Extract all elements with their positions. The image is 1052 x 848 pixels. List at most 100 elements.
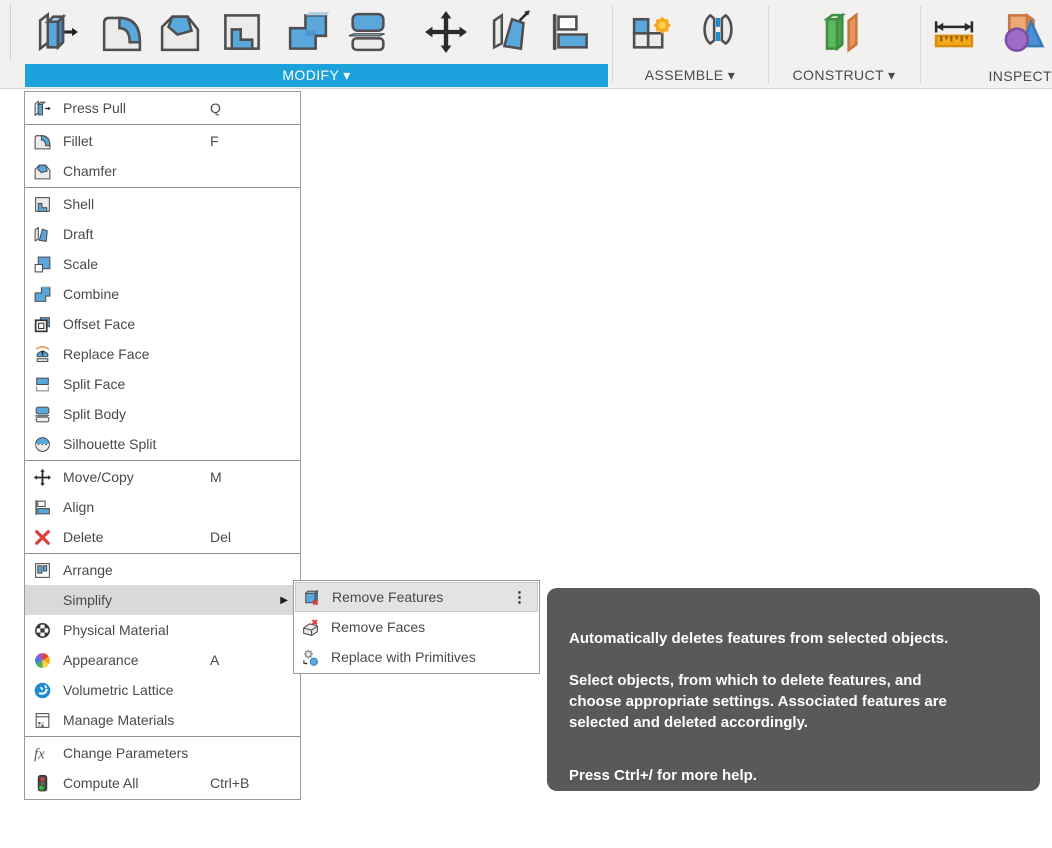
command-tooltip: Automatically deletes features from sele…	[547, 588, 1040, 791]
combine-button[interactable]	[282, 5, 334, 59]
menu-item-manage-materials[interactable]: Manage Materials	[25, 705, 300, 735]
menu-item-press-pull[interactable]: Press Pull Q	[25, 93, 300, 123]
draft-icon	[33, 224, 55, 244]
tooltip-instructions: Select objects, from which to delete fea…	[569, 672, 947, 731]
move-copy-button[interactable]	[420, 5, 472, 59]
offset-face-icon	[33, 314, 55, 334]
menu-item-shortcut: Del	[210, 529, 232, 545]
submenu-item-remove-features[interactable]: Remove Features ⋮	[295, 582, 538, 612]
shell-icon	[33, 194, 55, 214]
menu-item-draft[interactable]: Draft	[25, 219, 300, 249]
menu-item-offset-face[interactable]: Offset Face	[25, 309, 300, 339]
menu-item-volumetric-lattice[interactable]: Volumetric Lattice	[25, 675, 300, 705]
menu-item-label: Compute All	[63, 775, 139, 791]
menu-item-change-parameters[interactable]: fx Change Parameters	[25, 738, 300, 768]
menu-item-simplify[interactable]: Simplify ▶	[25, 585, 300, 615]
submenu-item-label: Replace with Primitives	[331, 649, 476, 665]
assemble-menu-tab[interactable]: ASSEMBLE ▾	[612, 64, 768, 87]
delete-icon	[33, 527, 55, 547]
analysis-button[interactable]	[996, 5, 1048, 59]
menu-item-shortcut: A	[210, 652, 220, 668]
menu-separator	[25, 187, 300, 188]
tooltip-summary: Automatically deletes features from sele…	[569, 630, 949, 647]
menu-item-physical-material[interactable]: Physical Material	[25, 615, 300, 645]
menu-item-label: Silhouette Split	[63, 436, 157, 452]
menu-item-shell[interactable]: Shell	[25, 189, 300, 219]
joint-icon	[703, 13, 733, 46]
combine-icon	[288, 12, 330, 50]
menu-item-shortcut: Ctrl+B	[210, 775, 250, 791]
svg-text:fx: fx	[34, 746, 45, 762]
menu-item-chamfer[interactable]: Chamfer	[25, 156, 300, 186]
physical-material-icon	[33, 620, 55, 640]
menu-item-split-body[interactable]: Split Body	[25, 399, 300, 429]
menu-item-label: Manage Materials	[63, 712, 175, 728]
modify-dropdown-menu: Press Pull Q Fillet F Chamfer Shell Draf…	[24, 91, 301, 800]
menu-separator	[25, 124, 300, 125]
draft-icon	[492, 10, 530, 51]
menu-item-scale[interactable]: Scale	[25, 249, 300, 279]
combine-icon	[33, 284, 55, 304]
move-copy-icon	[33, 467, 55, 487]
menu-separator	[25, 460, 300, 461]
menu-item-align[interactable]: Align	[25, 492, 300, 522]
menu-item-label: Fillet	[63, 133, 93, 149]
menu-item-label: Replace Face	[63, 346, 150, 362]
menu-item-move-copy[interactable]: Move/Copy M	[25, 462, 300, 492]
measure-button[interactable]	[928, 5, 980, 59]
fillet-icon	[102, 16, 142, 52]
chamfer-icon	[160, 15, 200, 52]
replace-with-primitives-icon	[301, 647, 325, 667]
menu-item-appearance[interactable]: Appearance A	[25, 645, 300, 675]
menu-item-label: Chamfer	[63, 163, 117, 179]
inspect-menu-tab[interactable]: INSPECT	[920, 64, 1052, 87]
split-face-icon	[33, 374, 55, 394]
submenu-item-label: Remove Faces	[331, 619, 426, 635]
joint-button[interactable]	[692, 5, 744, 59]
menu-item-arrange[interactable]: Arrange	[25, 555, 300, 585]
align-icon	[33, 497, 55, 517]
volumetric-lattice-icon	[33, 680, 55, 700]
menu-item-label: Simplify	[63, 592, 113, 608]
menu-item-shortcut: Q	[210, 100, 221, 116]
move-copy-icon	[425, 11, 467, 53]
shell-button[interactable]	[216, 5, 268, 59]
menu-item-delete[interactable]: Delete Del	[25, 522, 300, 552]
submenu-item-label: Remove Features	[332, 589, 444, 605]
split-body-button[interactable]	[342, 5, 394, 59]
align-button[interactable]	[544, 5, 596, 59]
overflow-menu-icon[interactable]: ⋮	[512, 588, 527, 606]
construct-menu-tab[interactable]: CONSTRUCT ▾	[768, 64, 920, 87]
draft-button[interactable]	[486, 5, 538, 59]
appearance-icon	[33, 650, 55, 670]
menu-item-silhouette-split[interactable]: Silhouette Split	[25, 429, 300, 459]
submenu-item-remove-faces[interactable]: Remove Faces	[295, 612, 538, 642]
menu-item-compute-all[interactable]: Compute All Ctrl+B	[25, 768, 300, 798]
menu-item-fillet[interactable]: Fillet F	[25, 126, 300, 156]
menu-item-replace-face[interactable]: Replace Face	[25, 339, 300, 369]
menu-item-combine[interactable]: Combine	[25, 279, 300, 309]
arrange-icon	[33, 560, 55, 580]
menu-item-label: Appearance	[63, 652, 139, 668]
menu-item-shortcut: F	[210, 133, 219, 149]
menu-item-split-face[interactable]: Split Face	[25, 369, 300, 399]
menu-item-label: Delete	[63, 529, 104, 545]
replace-face-icon	[33, 344, 55, 364]
menu-item-label: Press Pull	[63, 100, 127, 116]
shell-icon	[224, 14, 260, 50]
submenu-item-replace-with-primitives[interactable]: Replace with Primitives	[295, 642, 538, 672]
modify-menu-tab[interactable]: MODIFY ▾	[25, 64, 608, 87]
new-component-button[interactable]	[626, 5, 678, 59]
inspect-tab-label: INSPECT	[988, 67, 1052, 84]
menu-item-label: Align	[63, 499, 95, 515]
press-pull-button[interactable]	[32, 5, 84, 59]
menu-item-label: Arrange	[63, 562, 113, 578]
chamfer-button[interactable]	[154, 5, 206, 59]
fillet-button[interactable]	[96, 5, 148, 59]
measure-icon	[934, 21, 974, 48]
remove-features-icon	[302, 587, 326, 607]
menu-item-label: Volumetric Lattice	[63, 682, 174, 698]
align-icon	[552, 14, 588, 50]
construction-plane-button[interactable]	[815, 5, 867, 59]
tooltip-help-hint: Press Ctrl+/ for more help.	[569, 767, 757, 784]
